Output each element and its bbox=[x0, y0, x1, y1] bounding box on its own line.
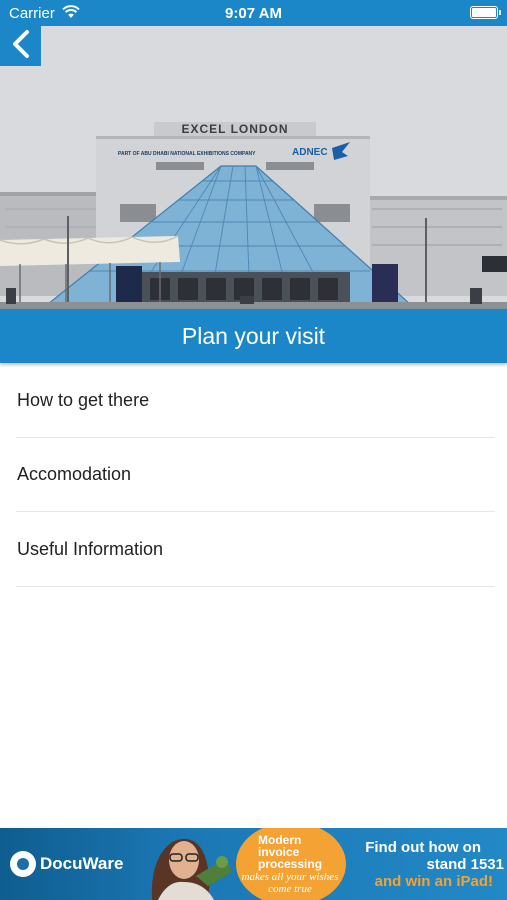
page-title: Plan your visit bbox=[0, 309, 507, 363]
clock: 9:07 AM bbox=[225, 5, 282, 22]
chevron-left-icon bbox=[10, 29, 32, 64]
menu-item-how-to-get-there[interactable]: How to get there bbox=[0, 363, 507, 438]
adnec-logo-text: ADNEC bbox=[292, 147, 328, 158]
back-button[interactable] bbox=[0, 26, 41, 66]
status-bar: Carrier 9:07 AM bbox=[0, 0, 507, 26]
building-sign-subtext: PART OF ABU DHABI NATIONAL EXHIBITIONS C… bbox=[118, 151, 256, 157]
ad-bubble-subtitle: makes all your wishes come true bbox=[241, 871, 339, 895]
ad-cta-line-1: Find out how on bbox=[365, 839, 481, 856]
menu-item-label: Accomodation bbox=[17, 464, 132, 485]
docuware-logo-icon bbox=[10, 851, 36, 877]
building-sign: EXCEL LONDON bbox=[181, 122, 288, 136]
docuware-logo: DocuWare bbox=[10, 851, 123, 877]
battery-icon bbox=[470, 6, 501, 19]
ad-cta-line-3: and win an iPad! bbox=[374, 873, 493, 890]
menu-item-accomodation[interactable]: Accomodation bbox=[0, 438, 507, 513]
docuware-logo-text: DocuWare bbox=[40, 854, 124, 873]
ad-banner[interactable]: DocuWare Modern invoice processing makes… bbox=[0, 828, 507, 900]
menu-item-useful-information[interactable]: Useful Information bbox=[0, 512, 507, 587]
menu-item-label: Useful Information bbox=[17, 538, 164, 559]
venue-photo: EXCEL LONDON PART OF ABU DHABI NATIONAL … bbox=[0, 26, 507, 309]
menu-list: How to get there Accomodation Useful Inf… bbox=[0, 363, 507, 587]
ad-bubble-title: Modern invoice processing bbox=[258, 833, 323, 871]
ad-cta-line-2: stand 1531 bbox=[426, 856, 504, 873]
plan-your-visit-screen: Carrier 9:07 AM EXCEL LONDON PART OF ABU… bbox=[0, 0, 507, 900]
menu-item-label: How to get there bbox=[17, 389, 150, 410]
ad-person-image bbox=[151, 838, 232, 900]
